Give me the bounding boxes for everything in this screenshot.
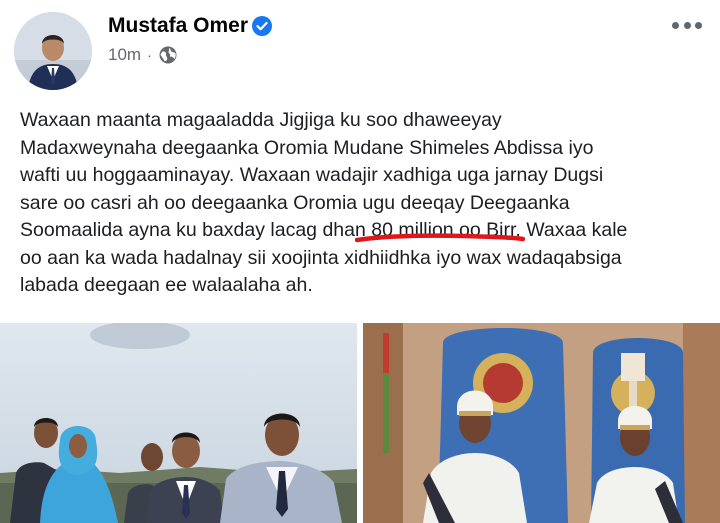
meta-separator: · <box>147 47 152 63</box>
highlighted-amount: n 80 million oo Bi <box>355 217 525 245</box>
avatar[interactable] <box>14 12 92 90</box>
post-body-text: Waxaan maanta magaaladda Jigjiga ku soo … <box>20 107 710 300</box>
more-dot <box>672 21 679 29</box>
post-photo-left[interactable] <box>0 323 357 523</box>
post-photo-right[interactable] <box>363 323 720 523</box>
post-time[interactable]: 10m <box>108 45 141 65</box>
verified-badge-icon <box>252 16 272 36</box>
post-text-segment: rr. Waxaa kale <box>503 219 628 241</box>
more-options-icon[interactable] <box>672 18 702 32</box>
post-text-line: Waxaan maanta magaaladda Jigjiga ku soo … <box>20 109 502 131</box>
more-dot <box>683 21 691 29</box>
ceremony-photo <box>363 323 720 523</box>
post-text-segment: Soomaalida ayna ku baxday lacag dha <box>20 219 355 241</box>
post-text-line: oo aan ka wada hadalnay sii xoojinta xid… <box>20 246 622 269</box>
post-meta: 10m · <box>108 45 178 65</box>
delegation-photo <box>0 323 357 523</box>
avatar-photo <box>14 12 92 90</box>
highlighted-amount-text: n 80 million oo Bi <box>355 219 504 241</box>
post-text-line: Madaxweynaha deegaanka Oromia Mudane Shi… <box>20 136 594 159</box>
post-text-line: labada deegaan ee walaalaha ah. <box>20 274 313 296</box>
post-header: Mustafa Omer 10m · <box>0 0 720 90</box>
globe-icon[interactable] <box>158 45 178 65</box>
post-text-line: wafti uu hoggaaminayay. Waxaan wadajir x… <box>20 164 604 186</box>
photo-grid <box>0 323 720 523</box>
more-dot <box>695 21 702 29</box>
post-text-line: sare oo casri ah oo deegaanka Oromia ugu… <box>20 191 570 214</box>
author-name[interactable]: Mustafa Omer <box>108 14 248 38</box>
post-text-line: Soomaalida ayna ku baxday lacag dhan 80 … <box>20 217 710 245</box>
